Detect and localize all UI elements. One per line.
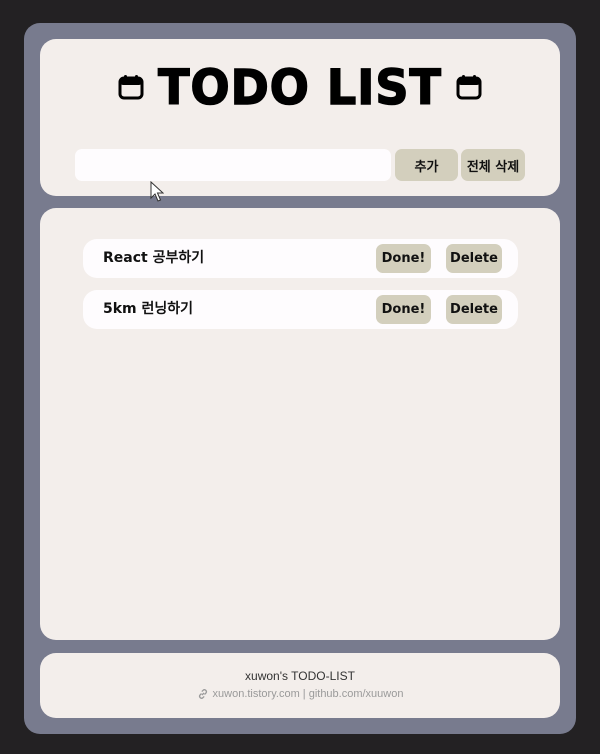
footer-links: xuwon.tistory.com | github.com/xuuwon xyxy=(40,688,560,700)
clear-all-button[interactable]: 전체 삭제 xyxy=(461,149,525,181)
footer-title: xuwon's TODO-LIST xyxy=(245,669,355,683)
todo-text: 5km 런닝하기 xyxy=(103,301,194,317)
todo-list: React 공부하기 Done! Delete 5km 런닝하기 Done! D… xyxy=(83,239,518,341)
todo-text: React 공부하기 xyxy=(103,250,205,266)
delete-button[interactable]: Delete xyxy=(446,244,502,273)
cursor-icon xyxy=(150,181,164,202)
done-button[interactable]: Done! xyxy=(376,295,431,324)
list-item: 5km 런닝하기 Done! Delete xyxy=(83,290,518,329)
done-button[interactable]: Done! xyxy=(376,244,431,273)
app-frame: TODO LIST 추가 전체 삭제 React 공부하기 Done! Dele… xyxy=(24,23,576,734)
header-card: TODO LIST 추가 전체 삭제 xyxy=(40,39,560,202)
footer-link-text[interactable]: xuwon.tistory.com | github.com/xuuwon xyxy=(213,688,404,700)
delete-button[interactable]: Delete xyxy=(446,295,502,324)
calendar-icon xyxy=(456,75,482,100)
list-item: React 공부하기 Done! Delete xyxy=(83,239,518,278)
footer-card: xuwon's TODO-LIST xuwon.tistory.com | gi… xyxy=(40,653,560,718)
title-row: TODO LIST xyxy=(40,58,560,116)
calendar-icon xyxy=(118,75,144,100)
todo-list-card: React 공부하기 Done! Delete 5km 런닝하기 Done! D… xyxy=(40,208,560,640)
page-title: TODO LIST xyxy=(157,58,442,116)
add-button[interactable]: 추가 xyxy=(395,149,458,181)
link-icon xyxy=(198,689,207,699)
todo-input[interactable] xyxy=(75,149,391,181)
